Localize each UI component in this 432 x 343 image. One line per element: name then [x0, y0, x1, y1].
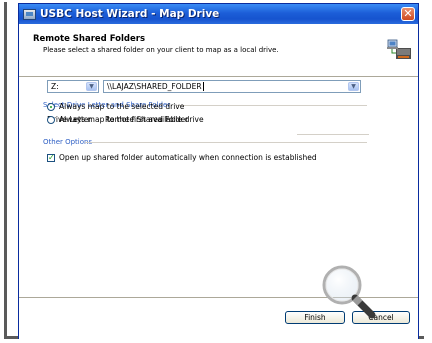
- auto-open-option[interactable]: ✓ Open up shared folder automatically wh…: [47, 153, 317, 162]
- app-icon: [23, 8, 36, 20]
- remote-folder-combo[interactable]: \\LAJAZ\SHARED_FOLDER ▼: [103, 80, 361, 93]
- radio-map-selected[interactable]: Always map to the selected drive: [47, 102, 184, 111]
- chevron-down-icon[interactable]: ▼: [348, 82, 359, 91]
- radio-label: Always map to the first available drive: [59, 115, 204, 124]
- chevron-down-icon[interactable]: ▼: [86, 82, 97, 91]
- auto-open-checkbox[interactable]: ✓: [47, 153, 55, 162]
- wizard-header: Remote Shared Folders Please select a sh…: [19, 24, 418, 77]
- radio-button[interactable]: [47, 115, 55, 124]
- remote-folder-value: \\LAJAZ\SHARED_FOLDER: [107, 82, 202, 91]
- window-title: USBC Host Wizard - Map Drive: [40, 8, 220, 20]
- header-title: Remote Shared Folders: [33, 34, 146, 44]
- title-bar[interactable]: USBC Host Wizard - Map Drive ✕: [19, 4, 418, 24]
- group-divider: [177, 105, 367, 106]
- auto-open-label: Open up shared folder automatically when…: [59, 153, 317, 162]
- radio-button-selected[interactable]: [47, 102, 55, 111]
- header-subtitle: Please select a shared folder on your cl…: [43, 46, 279, 54]
- network-drive-icon: [387, 39, 411, 59]
- group-divider: [85, 142, 367, 143]
- text-cursor: [202, 82, 204, 91]
- close-button[interactable]: ✕: [401, 7, 415, 21]
- radio-map-first-available[interactable]: Always map to the first available drive: [47, 115, 204, 124]
- drive-letter-value: Z:: [51, 82, 59, 91]
- magnifier-icon: [322, 265, 376, 319]
- drive-letter-select[interactable]: Z: ▼: [47, 80, 99, 93]
- group-divider: [297, 134, 369, 135]
- radio-label: Always map to the selected drive: [59, 102, 185, 111]
